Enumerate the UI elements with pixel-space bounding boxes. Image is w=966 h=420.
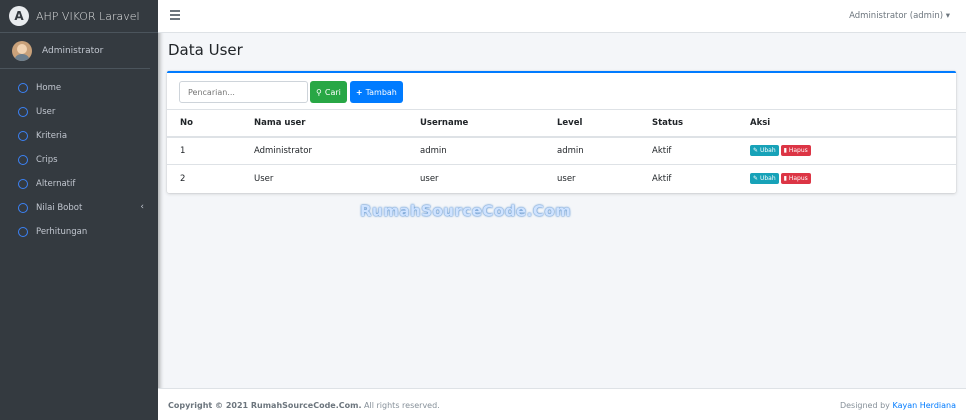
brand-logo: A: [9, 6, 29, 26]
search-input[interactable]: [179, 81, 308, 103]
rights-text: All rights reserved.: [361, 401, 440, 410]
sidebar-item-label: Home: [36, 83, 62, 93]
cell-actions: ✎ Ubah ▮ Hapus: [737, 136, 956, 165]
cell-username: user: [407, 164, 544, 193]
cell-name: User: [241, 164, 407, 193]
cell-status: Aktif: [639, 136, 737, 165]
column-header-no: No: [167, 109, 241, 138]
chevron-left-icon: ‹: [140, 202, 144, 212]
user-panel[interactable]: Administrator: [0, 33, 150, 69]
cell-name: Administrator: [241, 136, 407, 165]
cell-no: 2: [167, 164, 241, 193]
sidebar: A AHP VIKOR Laravel Administrator Home U…: [0, 0, 158, 420]
hamburger-menu-icon[interactable]: [170, 10, 180, 22]
sidebar-item-label: Kriteria: [36, 131, 68, 141]
column-header-status: Status: [639, 109, 737, 138]
delete-button[interactable]: ▮ Hapus: [780, 173, 811, 185]
edit-button[interactable]: ✎ Ubah: [750, 173, 779, 185]
plus-icon: +: [355, 87, 363, 97]
delete-button-label: Hapus: [788, 175, 808, 183]
page-title: Data User: [168, 41, 243, 59]
sidebar-item-alternatif[interactable]: Alternatif: [0, 172, 158, 196]
table-header-row: No Nama user Username Level Status Aksi: [167, 109, 956, 138]
cell-actions: ✎ Ubah ▮ Hapus: [737, 164, 956, 193]
footer-copyright: Copyright © 2021 RumahSourceCode.Com. Al…: [168, 401, 440, 410]
column-header-level: Level: [544, 109, 639, 138]
copyright-text: Copyright © 2021 RumahSourceCode.Com.: [168, 401, 362, 410]
search-button-label: Cari: [324, 87, 341, 97]
sidebar-nav: Home User Kriteria Crips Alternatif Nila…: [0, 76, 158, 244]
designer-link[interactable]: Kayan Herdiana: [892, 401, 956, 410]
column-header-name: Nama user: [241, 109, 407, 138]
sidebar-item-label: Nilai Bobot: [36, 203, 83, 213]
watermark: RumahSourceCode.Com: [360, 202, 572, 220]
sidebar-item-label: Alternatif: [36, 179, 76, 189]
sidebar-item-user[interactable]: User: [0, 100, 158, 124]
delete-button[interactable]: ▮ Hapus: [780, 145, 811, 157]
sidebar-item-crips[interactable]: Crips: [0, 148, 158, 172]
search-icon: ⚲: [316, 87, 322, 97]
data-card: ⚲ Cari + Tambah No Nama user Username Le…: [167, 71, 956, 193]
add-button-label: Tambah: [365, 87, 397, 97]
cell-username: admin: [407, 136, 544, 165]
avatar: [12, 40, 32, 61]
table-row: 1 Administrator admin admin Aktif ✎ Ubah…: [167, 136, 956, 165]
edit-button-label: Ubah: [759, 175, 776, 183]
circle-icon: [18, 131, 28, 141]
cell-level: user: [544, 164, 639, 193]
user-table: No Nama user Username Level Status Aksi …: [167, 109, 956, 193]
cell-level: admin: [544, 136, 639, 165]
toolbar: ⚲ Cari + Tambah: [179, 81, 406, 103]
cell-no: 1: [167, 136, 241, 165]
sidebar-item-kriteria[interactable]: Kriteria: [0, 124, 158, 148]
user-panel-name: Administrator: [42, 45, 104, 56]
sidebar-item-label: Crips: [36, 155, 58, 165]
circle-icon: [18, 203, 28, 213]
column-header-actions: Aksi: [737, 109, 956, 138]
search-button[interactable]: ⚲ Cari: [310, 81, 347, 103]
circle-icon: [18, 227, 28, 237]
sidebar-item-home[interactable]: Home: [0, 76, 158, 100]
sidebar-item-label: Perhitungan: [36, 227, 88, 237]
footer-credit: Designed by Kayan Herdiana: [840, 401, 956, 410]
sidebar-item-label: User: [36, 107, 56, 117]
sidebar-item-perhitungan[interactable]: Perhitungan: [0, 220, 158, 244]
column-header-username: Username: [407, 109, 544, 138]
circle-icon: [18, 83, 28, 93]
table-row: 2 User user user Aktif ✎ Ubah ▮ Hapus: [167, 164, 956, 193]
sidebar-item-nilai-bobot[interactable]: Nilai Bobot ‹: [0, 196, 158, 220]
edit-icon: ✎: [753, 175, 760, 183]
cell-status: Aktif: [639, 164, 737, 193]
edit-button[interactable]: ✎ Ubah: [750, 145, 779, 157]
circle-icon: [18, 155, 28, 165]
brand[interactable]: A AHP VIKOR Laravel: [0, 0, 158, 33]
circle-icon: [18, 107, 28, 117]
delete-button-label: Hapus: [788, 147, 808, 155]
footer: Copyright © 2021 RumahSourceCode.Com. Al…: [158, 388, 966, 420]
edit-button-label: Ubah: [759, 147, 776, 155]
edit-icon: ✎: [753, 147, 760, 155]
add-button[interactable]: + Tambah: [349, 81, 403, 103]
user-menu-dropdown[interactable]: Administrator (admin) ▾: [849, 11, 950, 21]
circle-icon: [18, 179, 28, 189]
top-navbar: Administrator (admin) ▾: [158, 0, 966, 33]
designed-by-text: Designed by: [839, 401, 893, 410]
brand-title: AHP VIKOR Laravel: [36, 9, 140, 23]
